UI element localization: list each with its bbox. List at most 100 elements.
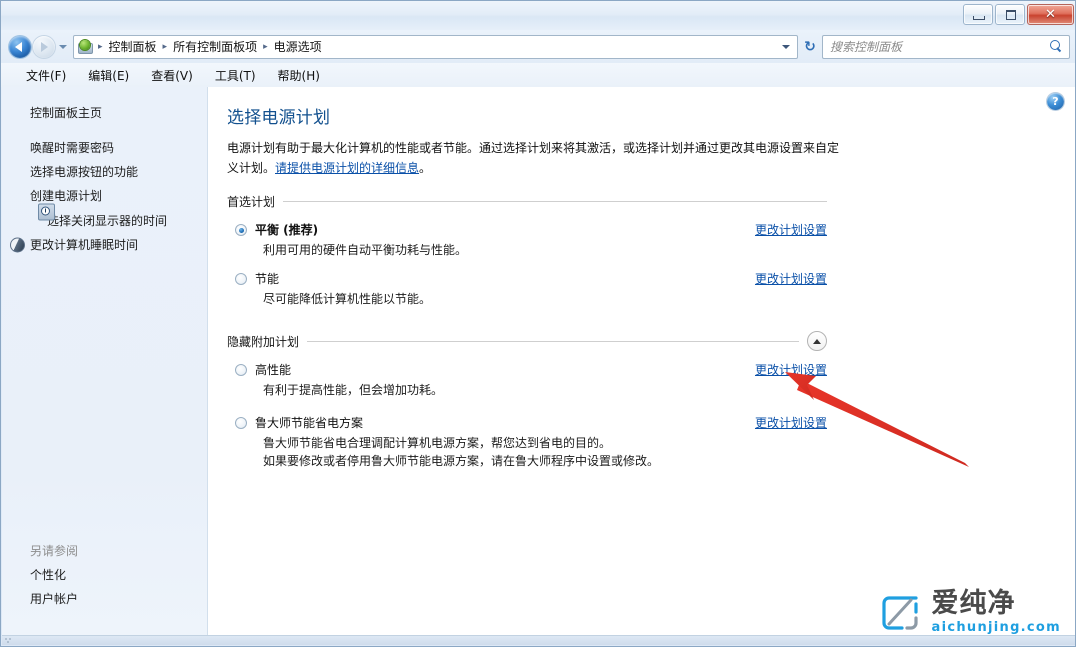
radio-balanced[interactable] [235,224,247,236]
chevron-down-icon[interactable] [59,42,68,51]
section-divider [307,340,799,342]
sidebar-links: 控制面板主页 唤醒时需要密码 选择电源按钮的功能 创建电源计划 选择关闭显示器的… [2,87,207,257]
search-box[interactable] [822,34,1070,59]
minimize-button[interactable] [963,4,993,25]
maximize-button[interactable] [995,4,1025,25]
page-title: 选择电源计划 [227,108,331,128]
close-button[interactable]: ✕ [1027,4,1074,25]
intro-text-tail: 。 [419,161,432,175]
sidebar-item-label: 创建电源计划 [30,189,103,203]
nav-arrow-group [9,35,73,58]
sidebar-item-create-power-plan[interactable]: 创建电源计划 [2,184,207,208]
plan-description-line: 尽可能降低计算机性能以节能。 [263,292,432,306]
sidebar-item-label: 个性化 [30,568,67,582]
sidebar-item-label: 选择关闭显示器的时间 [47,213,168,228]
plan-description: 鲁大师节能省电合理调配计算机电源方案，帮您达到省电的目的。 如果要修改或者停用鲁… [255,434,783,470]
sidebar-item-change-sleep-time[interactable]: 更改计算机睡眠时间 [2,233,207,257]
help-icon[interactable] [1047,93,1064,110]
section-preferred-plans: 首选计划 平衡 (推荐) 更改计划设置 利用可用的硬件自动平衡功耗与性能。 节能… [227,192,827,308]
close-icon: ✕ [1045,7,1056,22]
section-label: 隐藏附加计划 [227,334,300,349]
section-header: 隐藏附加计划 [227,331,827,351]
breadcrumb-item-2[interactable]: 电源选项 [269,36,327,57]
breadcrumb-item-0[interactable]: 控制面板 [104,36,162,57]
forward-button[interactable] [33,35,55,58]
plan-name: 高性能 [255,363,292,377]
menu-view[interactable]: 查看(V) [140,64,204,87]
see-also-section: 另请参阅 个性化 用户帐户 [2,539,207,611]
sidebar: 控制面板主页 唤醒时需要密码 选择电源按钮的功能 创建电源计划 选择关闭显示器的… [2,87,208,637]
sidebar-item-choose-display-off-time[interactable]: 选择关闭显示器的时间 [2,203,207,233]
power-plan-details-link[interactable]: 请提供电源计划的详细信息 [275,161,419,175]
plan-description: 尽可能降低计算机性能以节能。 [255,290,783,308]
plan-name: 节能 [255,272,280,286]
window-controls: ✕ [963,4,1074,25]
sidebar-item-user-accounts[interactable]: 用户帐户 [2,587,207,611]
intro-paragraph: 电源计划有助于最大化计算机的性能或者节能。通过选择计划来将其激活，或选择计划并通… [227,138,847,178]
address-bar[interactable]: ▸ 控制面板 ▸ 所有控制面板项 ▸ 电源选项 [73,34,798,59]
power-options-window: ✕ ▸ 控制面板 ▸ 所有控制面板项 ▸ 电源选项 ↻ 搜索控制面板 文件(F)… [0,0,1076,647]
change-plan-settings-link-high-performance[interactable]: 更改计划设置 [755,362,827,378]
content-area: 控制面板主页 唤醒时需要密码 选择电源按钮的功能 创建电源计划 选择关闭显示器的… [2,87,1075,637]
breadcrumb: ▸ 控制面板 ▸ 所有控制面板项 ▸ 电源选项 [97,36,327,57]
sidebar-item-power-button-action[interactable]: 选择电源按钮的功能 [2,160,207,184]
plan-item-ludashi[interactable]: 鲁大师节能省电方案 更改计划设置 鲁大师节能省电合理调配计算机电源方案，帮您达到… [227,415,827,470]
monitor-clock-icon [38,203,55,221]
menu-tools[interactable]: 工具(T) [204,64,267,87]
section-divider [283,200,827,202]
menu-edit[interactable]: 编辑(E) [77,64,140,87]
sidebar-item-personalization[interactable]: 个性化 [2,563,207,587]
radio-high-performance[interactable] [235,364,247,376]
plan-description-line: 利用可用的硬件自动平衡功耗与性能。 [263,243,468,257]
maximize-icon [1006,10,1016,20]
see-also-title: 另请参阅 [30,544,79,558]
back-button[interactable] [9,35,31,58]
sidebar-item-label: 更改计算机睡眠时间 [30,238,139,252]
radio-power-saver[interactable] [235,273,247,285]
chevron-up-icon[interactable] [807,331,827,351]
plan-item-high-performance[interactable]: 高性能 更改计划设置 有利于提高性能，但会增加功耗。 [227,362,827,399]
main-panel: 选择电源计划 电源计划有助于最大化计算机的性能或者节能。通过选择计划来将其激活，… [209,87,1075,637]
sidebar-item-label: 用户帐户 [30,592,79,606]
breadcrumb-separator-1: ▸ [162,41,168,52]
address-dropdown-icon[interactable] [782,42,791,51]
resize-grip-icon[interactable] [5,638,14,644]
section-header: 首选计划 [227,192,827,210]
change-plan-settings-link-ludashi[interactable]: 更改计划设置 [755,415,827,431]
plan-description-line: 鲁大师节能省电合理调配计算机电源方案，帮您达到省电的目的。 [263,436,612,450]
sidebar-item-label: 选择电源按钮的功能 [30,165,139,179]
control-panel-icon [77,39,93,55]
search-icon[interactable] [1050,40,1063,53]
sidebar-item-require-password[interactable]: 唤醒时需要密码 [2,136,207,160]
moon-icon [10,237,25,253]
breadcrumb-item-1[interactable]: 所有控制面板项 [168,36,262,57]
plan-name: 鲁大师节能省电方案 [255,416,364,430]
plan-description: 利用可用的硬件自动平衡功耗与性能。 [255,241,783,259]
navigation-bar: ▸ 控制面板 ▸ 所有控制面板项 ▸ 电源选项 ↻ [1,30,1075,63]
menu-bar: 文件(F) 编辑(E) 查看(V) 工具(T) 帮助(H) [1,63,1075,87]
plan-item-balanced[interactable]: 平衡 (推荐) 更改计划设置 利用可用的硬件自动平衡功耗与性能。 [227,222,827,259]
radio-ludashi[interactable] [235,417,247,429]
breadcrumb-separator-0: ▸ [98,41,103,52]
refresh-button[interactable]: ↻ [798,36,822,58]
plan-description-line: 如果要修改或者停用鲁大师节能电源方案，请在鲁大师程序中设置或修改。 [263,454,660,468]
title-bar: ✕ [1,1,1075,31]
minimize-icon [973,16,985,20]
change-plan-settings-link-balanced[interactable]: 更改计划设置 [755,222,827,238]
breadcrumb-separator-2: ▸ [263,41,268,52]
refresh-icon: ↻ [804,38,816,55]
plan-item-power-saver[interactable]: 节能 更改计划设置 尽可能降低计算机性能以节能。 [227,271,827,308]
change-plan-settings-link-power-saver[interactable]: 更改计划设置 [755,271,827,287]
plan-description-line: 有利于提高性能，但会增加功耗。 [263,383,444,397]
search-input[interactable] [823,39,1069,54]
menu-file[interactable]: 文件(F) [15,64,77,87]
menu-help[interactable]: 帮助(H) [267,64,331,87]
status-bar [2,635,1075,645]
sidebar-item-control-panel-home[interactable]: 控制面板主页 [2,101,207,125]
sidebar-item-label: 唤醒时需要密码 [30,141,115,155]
sidebar-item-label: 控制面板主页 [30,106,103,120]
section-label: 首选计划 [227,194,276,209]
plan-name: 平衡 (推荐) [255,223,319,237]
plan-description: 有利于提高性能，但会增加功耗。 [255,381,783,399]
section-additional-plans: 隐藏附加计划 高性能 更改计划设置 有利于提高性能，但会增加功耗。 鲁大师节能省… [227,331,827,470]
